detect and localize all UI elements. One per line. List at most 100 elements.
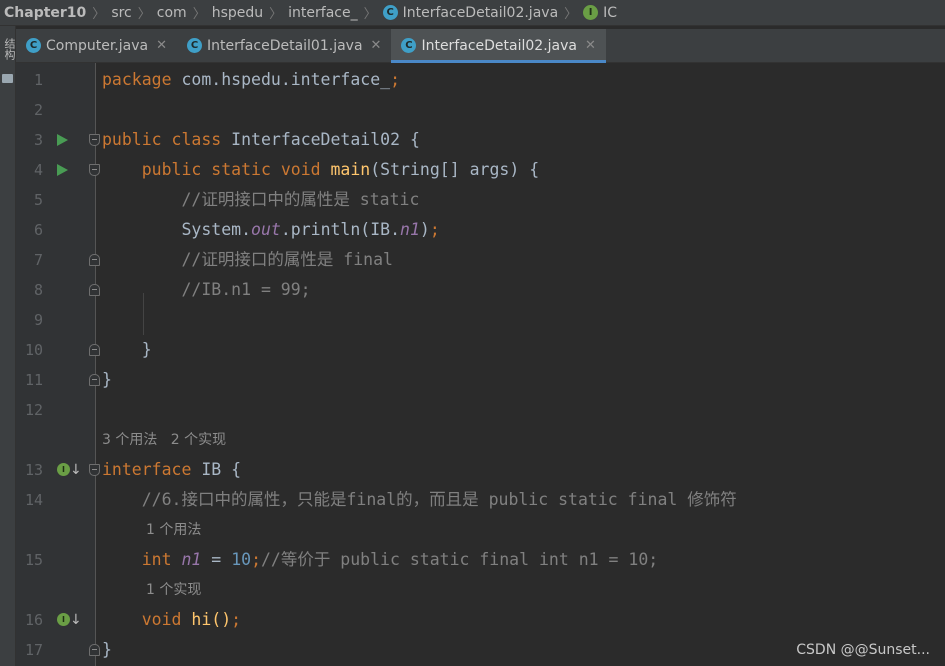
fold-open-icon[interactable]: [89, 164, 100, 176]
code-line: 13 I ↓ interface IB {: [16, 455, 945, 485]
code-text[interactable]: System.out.println(IB.n1);: [102, 215, 440, 245]
line-number: 7: [33, 251, 43, 269]
fold-close-icon[interactable]: [89, 254, 100, 266]
java-class-icon: C: [401, 38, 417, 53]
breadcrumb-src[interactable]: src: [111, 5, 131, 21]
java-class-icon: C: [382, 5, 398, 20]
fold-open-icon[interactable]: [89, 464, 100, 476]
tab-label: InterfaceDetail02.java: [421, 37, 577, 54]
fold-open-icon[interactable]: [89, 134, 100, 146]
close-icon[interactable]: ✕: [371, 38, 382, 53]
breadcrumb-interface-label: IC: [603, 4, 618, 21]
breadcrumb: Chapter10 〉 src 〉 com 〉 hspedu 〉 interfa…: [0, 0, 945, 26]
line-number: 16: [24, 611, 43, 629]
code-text[interactable]: }: [102, 335, 152, 365]
line-number: 2: [33, 101, 43, 119]
tab-interfacedetail02-java[interactable]: C InterfaceDetail02.java ✕: [391, 29, 607, 63]
comment[interactable]: //证明接口中的属性是 static: [102, 185, 419, 215]
code-line: 12: [16, 395, 945, 425]
breadcrumb-separator-icon: 〉: [269, 7, 283, 22]
fold-close-icon[interactable]: [89, 344, 100, 356]
code-line: 1 package com.hspedu.interface_;: [16, 65, 945, 95]
code-line: 9: [16, 305, 945, 335]
comment[interactable]: //证明接口的属性是 final: [102, 245, 392, 275]
semicolon: ;: [251, 550, 261, 569]
code-text[interactable]: public static void main(String[] args) {: [102, 155, 539, 185]
code-line: 8 //IB.n1 = 99;: [16, 275, 945, 305]
field-ref: n1: [400, 220, 420, 239]
line-number: 17: [24, 641, 43, 659]
semicolon: ;: [231, 610, 242, 629]
implementations-hint[interactable]: 1 个实现: [146, 575, 201, 605]
semicolon: ;: [390, 70, 401, 89]
code-span: =: [201, 550, 232, 569]
breadcrumb-separator-icon: 〉: [192, 7, 206, 22]
code-text[interactable]: int n1 = 10;//等价于 public static final in…: [102, 545, 658, 575]
breadcrumb-interface-package[interactable]: interface_: [288, 5, 357, 21]
code-span: ): [419, 220, 430, 239]
code-line: 11 }: [16, 365, 945, 395]
tab-label: Computer.java: [46, 37, 149, 54]
implemented-icon[interactable]: I: [57, 613, 70, 626]
code-text[interactable]: package com.hspedu.interface_;: [102, 65, 400, 95]
implemented-arrow-icon: ↓: [70, 612, 82, 628]
code-editor[interactable]: 1 package com.hspedu.interface_; 2 3 pub…: [16, 65, 945, 665]
run-icon[interactable]: [57, 164, 68, 176]
code-text[interactable]: void hi();: [102, 605, 241, 635]
close-icon[interactable]: ✕: [156, 38, 167, 53]
code-span: System.: [102, 220, 252, 239]
close-icon[interactable]: ✕: [585, 38, 596, 53]
inlay-hint-row: 1 个用法: [16, 515, 945, 545]
breadcrumb-com[interactable]: com: [157, 5, 187, 21]
keyword: public static void: [141, 160, 321, 179]
code-text[interactable]: }: [102, 365, 112, 395]
line-number: 5: [33, 191, 43, 209]
breadcrumb-interface[interactable]: I IC: [583, 5, 617, 21]
breadcrumb-separator-icon: 〉: [363, 7, 377, 22]
line-number: 3: [33, 131, 43, 149]
code-line: 10 }: [16, 335, 945, 365]
keyword: package: [102, 70, 172, 89]
breadcrumb-file[interactable]: C InterfaceDetail02.java: [382, 4, 559, 21]
line-number: 12: [24, 401, 43, 419]
code-span: (String[] args) {: [370, 160, 540, 179]
code-line: 6 System.out.println(IB.n1);: [16, 215, 945, 245]
tab-interfacedetail01-java[interactable]: C InterfaceDetail01.java ✕: [177, 29, 391, 62]
code-text[interactable]: public class InterfaceDetail02 {: [102, 125, 420, 155]
line-number: 15: [24, 551, 43, 569]
fold-close-icon[interactable]: [89, 284, 100, 296]
folder-icon[interactable]: [2, 74, 13, 83]
usages-hint[interactable]: 3 个用法 2 个实现: [102, 425, 226, 455]
tab-computer-java[interactable]: C Computer.java ✕: [16, 29, 177, 62]
structure-tool-button[interactable]: 结构: [1, 38, 17, 60]
code-line: 3 public class InterfaceDetail02 {: [16, 125, 945, 155]
inlay-hint-row: 3 个用法 2 个实现: [16, 425, 945, 455]
java-interface-icon: I: [583, 5, 599, 20]
line-number: 13: [24, 461, 43, 479]
comment[interactable]: //6.接口中的属性，只能是final的，而且是 public static f…: [102, 485, 737, 515]
structure-tool-strip: 结构: [0, 26, 16, 666]
breadcrumb-file-label: InterfaceDetail02.java: [402, 4, 559, 21]
breadcrumb-hspedu[interactable]: hspedu: [212, 5, 263, 21]
comment[interactable]: //IB.n1 = 99;: [102, 275, 310, 305]
line-number: 10: [24, 341, 43, 359]
code-line: 16 I ↓ void hi();: [16, 605, 945, 635]
fold-close-icon[interactable]: [89, 644, 100, 656]
tab-label: InterfaceDetail01.java: [207, 37, 363, 54]
breadcrumb-project[interactable]: Chapter10: [4, 5, 86, 21]
keyword: int: [141, 550, 172, 569]
run-icon[interactable]: [57, 134, 68, 146]
comment: //等价于 public static final int n1 = 10;: [261, 550, 659, 569]
implemented-icon[interactable]: I: [57, 463, 70, 476]
code-span: .println(IB.: [280, 220, 401, 239]
breadcrumb-separator-icon: 〉: [92, 7, 106, 22]
implemented-arrow-icon: ↓: [70, 462, 82, 478]
java-class-icon: C: [26, 38, 41, 53]
usages-hint[interactable]: 1 个用法: [146, 515, 201, 545]
semicolon: ;: [429, 220, 440, 239]
fold-close-icon[interactable]: [89, 374, 100, 386]
code-text[interactable]: }: [102, 635, 112, 665]
code-line: 5 //证明接口中的属性是 static: [16, 185, 945, 215]
code-text[interactable]: interface IB {: [102, 455, 241, 485]
java-class-icon: C: [187, 38, 203, 53]
